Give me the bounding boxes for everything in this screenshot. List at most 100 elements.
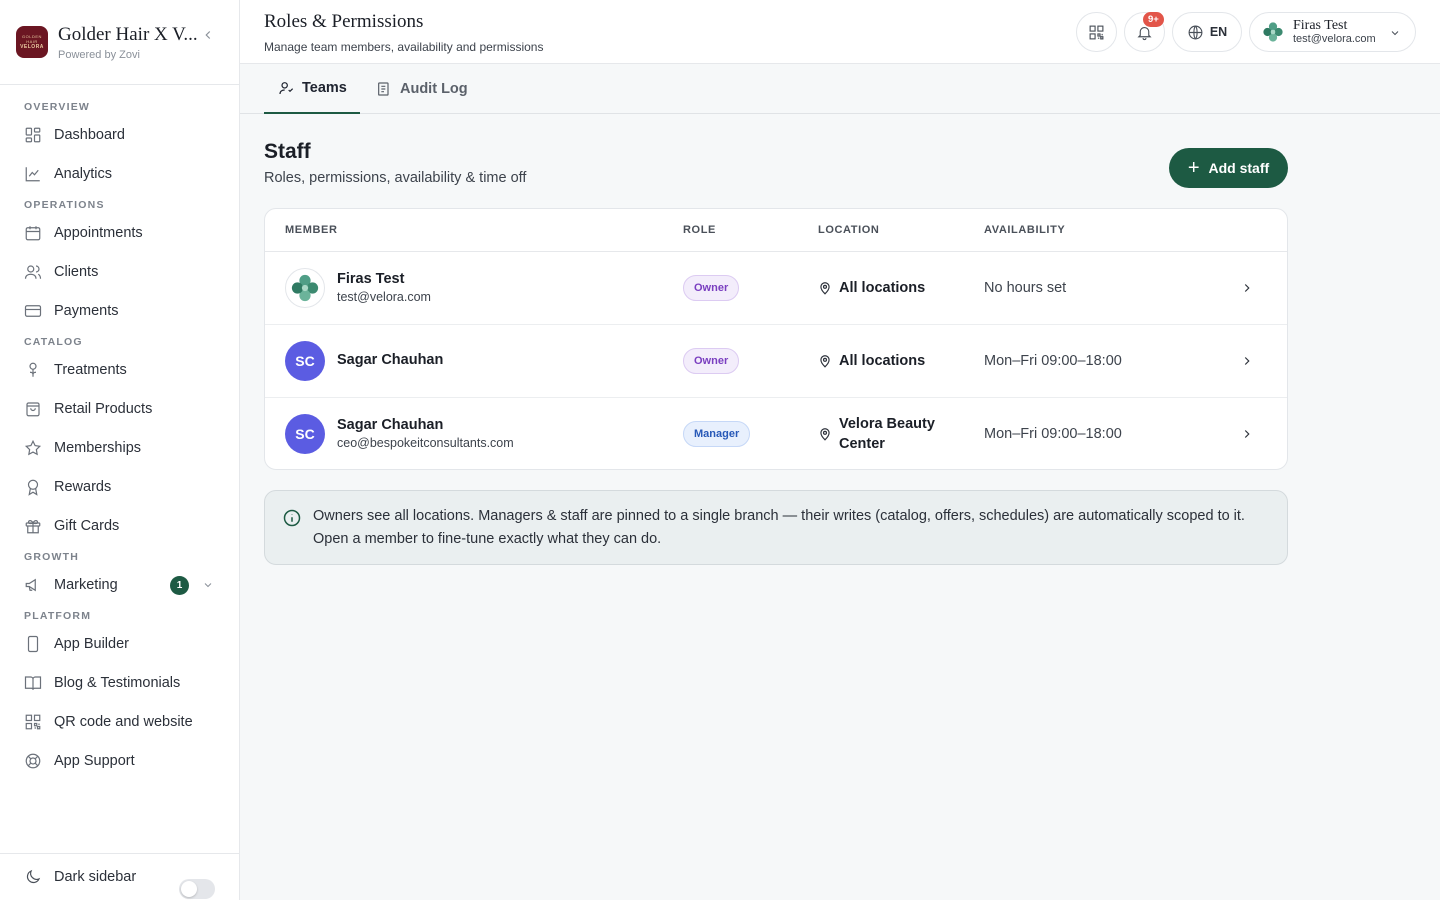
sidebar-item-label: Gift Cards bbox=[54, 517, 120, 534]
sidebar-item-label: QR code and website bbox=[54, 713, 193, 730]
user-email: test@velora.com bbox=[1293, 33, 1376, 45]
star-icon bbox=[24, 439, 42, 455]
dark-sidebar-setting: Dark sidebar bbox=[0, 853, 239, 900]
shopping-bag-icon bbox=[26, 401, 40, 416]
top-header: Roles & Permissions Manage team members,… bbox=[240, 0, 1440, 64]
member-availability: Mon–Fri 09:00–18:00 bbox=[984, 353, 1122, 369]
map-pin-icon bbox=[820, 355, 830, 368]
section-title: Staff bbox=[264, 140, 311, 163]
sidebar-item-label: Retail Products bbox=[54, 400, 153, 417]
member-availability: No hours set bbox=[984, 280, 1067, 296]
plus-icon: + bbox=[1187, 157, 1200, 179]
user-menu-button[interactable]: Firas Test test@velora.com bbox=[1249, 12, 1416, 52]
dark-sidebar-toggle[interactable] bbox=[179, 879, 215, 899]
add-staff-button[interactable]: + Add staff bbox=[1169, 148, 1288, 188]
sidebar-item-label: Memberships bbox=[54, 439, 142, 456]
sidebar-item-analytics[interactable]: Analytics bbox=[0, 154, 239, 193]
sidebar-item-clients[interactable]: Clients bbox=[0, 252, 239, 291]
member-name: Sagar Chauhan bbox=[337, 352, 444, 368]
sidebar-item-dashboard[interactable]: Dashboard bbox=[0, 115, 239, 154]
sidebar-item-blog-testimonials[interactable]: Blog & Testimonials bbox=[0, 663, 239, 702]
tab-label: Teams bbox=[302, 80, 347, 96]
page-subtitle: Manage team members, availability and pe… bbox=[264, 40, 544, 54]
chevron-right-icon[interactable] bbox=[1240, 281, 1254, 295]
section-platform: PLATFORM bbox=[24, 610, 92, 622]
chevron-down-icon[interactable] bbox=[202, 579, 214, 591]
brand-title: Golder Hair X V... bbox=[58, 23, 198, 45]
user-name: Firas Test bbox=[1293, 18, 1348, 33]
chevron-right-icon[interactable] bbox=[1240, 427, 1254, 441]
qr-code-button[interactable] bbox=[1076, 12, 1117, 52]
collapse-sidebar-icon[interactable] bbox=[201, 28, 215, 42]
sidebar-item-payments[interactable]: Payments bbox=[0, 291, 239, 330]
table-row[interactable]: Firas Test test@velora.com Owner All loc… bbox=[265, 252, 1287, 325]
language-label: EN bbox=[1209, 25, 1228, 39]
sidebar-item-rewards[interactable]: Rewards bbox=[0, 467, 239, 506]
dashboard-icon bbox=[25, 127, 41, 142]
table-row[interactable]: SC Sagar Chauhan ceo@bespokeitconsultant… bbox=[265, 398, 1287, 469]
megaphone-icon bbox=[25, 578, 36, 591]
member-email: ceo@bespokeitconsultants.com bbox=[337, 436, 514, 450]
brand-logo: GOLDEN HAIR VELORA bbox=[16, 26, 48, 58]
tab-audit-log[interactable]: Audit Log bbox=[376, 64, 468, 114]
tab-bar: Teams Audit Log bbox=[240, 64, 1440, 114]
qr-icon bbox=[1089, 25, 1104, 39]
sidebar-item-app-support[interactable]: App Support bbox=[0, 741, 239, 780]
info-banner: Owners see all locations. Managers & sta… bbox=[264, 490, 1288, 565]
staff-table: MEMBER ROLE LOCATION AVAILABILITY Firas … bbox=[264, 208, 1288, 470]
sidebar-item-label: App Support bbox=[54, 752, 135, 769]
credit-card-icon bbox=[24, 304, 42, 317]
member-availability: Mon–Fri 09:00–18:00 bbox=[984, 426, 1122, 442]
gift-icon bbox=[25, 519, 41, 533]
sidebar-item-label: Rewards bbox=[54, 478, 112, 495]
sidebar-item-label: Appointments bbox=[54, 224, 143, 241]
sidebar-item-label: Analytics bbox=[54, 165, 113, 182]
add-staff-label: Add staff bbox=[1208, 160, 1270, 176]
avatar: SC bbox=[285, 414, 325, 454]
tab-teams[interactable]: Teams bbox=[264, 64, 360, 114]
sidebar-item-marketing[interactable]: Marketing 1 bbox=[0, 565, 239, 604]
sidebar-item-label: Payments bbox=[54, 302, 119, 319]
role-badge: Owner bbox=[683, 348, 740, 374]
sidebar-item-memberships[interactable]: Memberships bbox=[0, 428, 239, 467]
moon-icon bbox=[26, 869, 41, 884]
member-email: test@velora.com bbox=[337, 290, 431, 304]
sidebar-item-app-builder[interactable]: App Builder bbox=[0, 624, 239, 663]
role-badge: Manager bbox=[683, 421, 751, 447]
page-title: Roles & Permissions bbox=[264, 11, 424, 32]
table-row[interactable]: SC Sagar Chauhan Owner All locations Mon… bbox=[265, 325, 1287, 398]
sidebar-item-label: App Builder bbox=[54, 635, 129, 652]
dark-sidebar-label: Dark sidebar bbox=[54, 869, 137, 885]
column-header-availability: AVAILABILITY bbox=[984, 224, 1066, 236]
sidebar-item-label: Marketing bbox=[54, 576, 118, 593]
analytics-icon bbox=[25, 166, 40, 181]
column-header-member: MEMBER bbox=[285, 224, 338, 236]
location-label: All locations bbox=[839, 353, 926, 369]
book-icon bbox=[24, 675, 42, 690]
sidebar-item-treatments[interactable]: Treatments bbox=[0, 350, 239, 389]
lifebuoy-icon bbox=[25, 753, 41, 768]
section-subtitle: Roles, permissions, availability & time … bbox=[264, 170, 527, 186]
sidebar-item-gift-cards[interactable]: Gift Cards bbox=[0, 506, 239, 545]
avatar: SC bbox=[285, 341, 325, 381]
phone-icon bbox=[27, 635, 39, 652]
marketing-count-badge: 1 bbox=[170, 576, 189, 595]
section-overview: OVERVIEW bbox=[24, 101, 91, 113]
users-icon bbox=[24, 264, 42, 279]
user-icon bbox=[279, 82, 294, 95]
sidebar-nav: OVERVIEW Dashboard Analytics OPERATIONS … bbox=[0, 85, 239, 780]
leaf-avatar-icon bbox=[291, 274, 319, 302]
sidebar-item-label: Treatments bbox=[54, 361, 127, 378]
tab-label: Audit Log bbox=[400, 81, 468, 97]
globe-icon bbox=[1188, 25, 1203, 39]
sidebar-item-retail-products[interactable]: Retail Products bbox=[0, 389, 239, 428]
sidebar-item-qr-website[interactable]: QR code and website bbox=[0, 702, 239, 741]
language-selector[interactable]: EN bbox=[1172, 12, 1242, 52]
table-header: MEMBER ROLE LOCATION AVAILABILITY bbox=[265, 209, 1287, 252]
chevron-down-icon bbox=[1391, 31, 1399, 36]
map-pin-icon bbox=[820, 428, 830, 441]
map-pin-icon bbox=[820, 282, 830, 295]
user-avatar-icon bbox=[1263, 22, 1283, 42]
sidebar-item-appointments[interactable]: Appointments bbox=[0, 213, 239, 252]
chevron-right-icon[interactable] bbox=[1240, 354, 1254, 368]
